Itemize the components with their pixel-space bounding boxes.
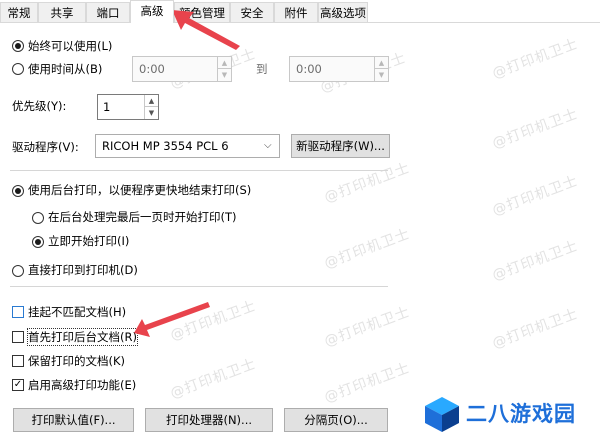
priority-field[interactable]: 1 ▲ ▼ xyxy=(97,94,159,120)
print-processor-button[interactable]: 打印处理器(N)... xyxy=(145,408,273,432)
spin-down-icon[interactable]: ▼ xyxy=(145,107,158,119)
watermark: @打印机卫士 xyxy=(322,160,413,206)
start-after-last-page-radio[interactable] xyxy=(32,212,44,224)
always-available-radio[interactable] xyxy=(12,40,24,52)
to-label: 到 xyxy=(256,62,268,76)
tab-general[interactable]: 常规 xyxy=(0,2,38,22)
driver-label: 驱动程序(V): xyxy=(12,140,79,154)
brand-logo-text: 二八游戏园 xyxy=(466,402,576,426)
to-time-spinner[interactable]: ▲ ▼ xyxy=(374,57,388,81)
tab-advanced-options[interactable]: 高级选项 xyxy=(318,2,368,22)
spin-up-icon[interactable]: ▲ xyxy=(375,57,388,69)
enable-advanced-checkbox[interactable]: ✓ xyxy=(12,379,24,391)
watermark: @打印机卫士 xyxy=(490,36,581,82)
from-time-value: 0:00 xyxy=(139,62,165,76)
priority-label: 优先级(Y): xyxy=(12,99,67,113)
watermark: @打印机卫士 xyxy=(490,106,581,152)
spin-down-icon[interactable]: ▼ xyxy=(218,69,231,81)
divider xyxy=(10,170,388,171)
priority-value: 1 xyxy=(103,100,111,114)
always-available-label: 始终可以使用(L) xyxy=(28,39,113,53)
print-spooled-first-label: 首先打印后台文档(R) xyxy=(27,328,138,346)
tab-device-settings[interactable]: 附件 xyxy=(274,2,318,22)
print-spooled-first-checkbox[interactable] xyxy=(12,331,24,343)
driver-select[interactable]: RICOH MP 3554 PCL 6 ⌵ xyxy=(95,134,280,158)
start-after-last-page-label: 在后台处理完最后一页时开始打印(T) xyxy=(48,210,237,224)
spin-down-icon[interactable]: ▼ xyxy=(375,69,388,81)
new-driver-button[interactable]: 新驱动程序(W)... xyxy=(291,134,390,158)
watermark: @打印机卫士 xyxy=(322,360,413,406)
watermark: @打印机卫士 xyxy=(490,306,581,352)
watermark: @打印机卫士 xyxy=(168,356,259,402)
hold-mismatched-label: 挂起不匹配文档(H) xyxy=(28,305,127,319)
start-immediately-radio[interactable] xyxy=(32,236,44,248)
watermark: @打印机卫士 xyxy=(322,226,413,272)
spool-label: 使用后台打印，以便程序更快地结束打印(S) xyxy=(28,183,252,197)
to-time-value: 0:00 xyxy=(296,62,322,76)
watermark: @打印机卫士 xyxy=(322,304,413,350)
priority-spinner[interactable]: ▲ ▼ xyxy=(144,95,158,119)
tab-bar: 常规 共享 端口 高级 颜色管理 安全 附件 高级选项 xyxy=(0,0,600,23)
chevron-down-icon: ⌵ xyxy=(264,140,272,151)
available-from-radio[interactable] xyxy=(12,63,24,75)
tab-advanced[interactable]: 高级 xyxy=(130,0,174,23)
keep-printed-label: 保留打印的文档(K) xyxy=(28,354,126,368)
start-immediately-label: 立即开始打印(I) xyxy=(48,234,130,248)
spool-radio[interactable] xyxy=(12,185,24,197)
keep-printed-checkbox[interactable] xyxy=(12,355,24,367)
spin-up-icon[interactable]: ▲ xyxy=(145,95,158,107)
hold-mismatched-checkbox[interactable] xyxy=(12,306,24,318)
print-direct-label: 直接打印到打印机(D) xyxy=(28,263,138,277)
watermark: @打印机卫士 xyxy=(490,173,581,219)
driver-selected-value: RICOH MP 3554 PCL 6 xyxy=(102,139,229,153)
separator-page-button[interactable]: 分隔页(O)... xyxy=(284,408,388,432)
enable-advanced-label: 启用高级打印功能(E) xyxy=(28,378,137,392)
cube-logo-icon xyxy=(425,397,459,432)
pointer-arrow-icon xyxy=(134,302,210,337)
available-from-label: 使用时间从(B) xyxy=(28,62,103,76)
from-time-field[interactable]: 0:00 ▲ ▼ xyxy=(132,56,232,82)
tab-sharing[interactable]: 共享 xyxy=(38,2,86,22)
to-time-field[interactable]: 0:00 ▲ ▼ xyxy=(289,56,389,82)
pointer-arrow-icon xyxy=(172,10,240,50)
tab-ports[interactable]: 端口 xyxy=(86,2,130,22)
spin-up-icon[interactable]: ▲ xyxy=(218,57,231,69)
printing-defaults-button[interactable]: 打印默认值(F)... xyxy=(13,408,134,432)
from-time-spinner[interactable]: ▲ ▼ xyxy=(217,57,231,81)
divider xyxy=(10,286,388,287)
print-direct-radio[interactable] xyxy=(12,265,24,277)
watermark: @打印机卫士 xyxy=(490,238,581,284)
